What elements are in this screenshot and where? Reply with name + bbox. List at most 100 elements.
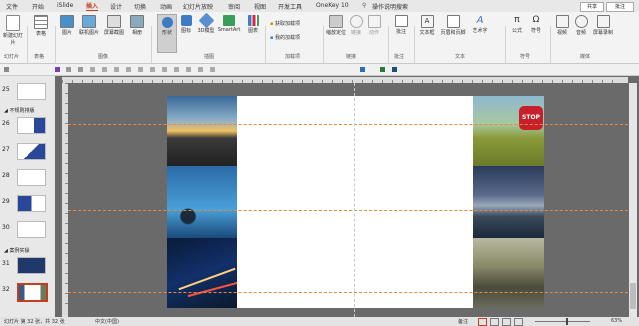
audio-button[interactable]: 音频	[573, 15, 589, 36]
align-icon[interactable]	[102, 67, 107, 72]
equation-button[interactable]: π 公式	[509, 15, 525, 34]
ruler-tick	[222, 80, 223, 83]
shape-tool-icon[interactable]	[90, 67, 95, 72]
wordart-button[interactable]: A 艺术字	[470, 15, 490, 34]
color-text-icon[interactable]	[392, 67, 397, 72]
screen-recording-button[interactable]: 屏幕录制	[592, 15, 614, 36]
slide-thumbnail[interactable]	[17, 143, 46, 160]
color-outline-icon[interactable]	[380, 67, 385, 72]
notes-button[interactable]: 备注	[458, 318, 468, 325]
symbol-button[interactable]: Ω 符号	[528, 15, 544, 34]
guide-line[interactable]	[68, 292, 628, 293]
normal-view-icon[interactable]	[478, 318, 487, 326]
menu-home[interactable]: 开始	[32, 2, 44, 11]
color-fill-icon[interactable]	[360, 67, 365, 72]
cube-icon	[198, 12, 214, 29]
ruler-tick	[312, 80, 313, 83]
guide-line[interactable]	[354, 83, 355, 317]
language-indicator[interactable]: 中文(中国)	[95, 318, 119, 325]
section-header[interactable]: ◢ 案例实操	[4, 247, 29, 254]
menu-onekey[interactable]: OneKey 10	[316, 2, 349, 9]
slide-thumbnail[interactable]	[17, 221, 46, 238]
pictures-button[interactable]: 图片	[58, 15, 76, 36]
menu-slideshow[interactable]: 幻灯片放映	[183, 2, 213, 11]
comment-button[interactable]: 批注	[606, 2, 634, 12]
slide-canvas[interactable]: STOP	[167, 96, 544, 308]
get-addins-button[interactable]: ▪ 获取加载项	[270, 20, 300, 27]
photo-album-button[interactable]: 相册	[128, 15, 146, 36]
reading-view-icon[interactable]	[502, 318, 511, 326]
rotate-icon[interactable]	[162, 67, 167, 72]
menu-insert[interactable]: 插入	[86, 1, 99, 11]
guide-line[interactable]	[68, 210, 628, 211]
zoom-level[interactable]: 63%	[611, 318, 622, 324]
smartart-button[interactable]: SmartArt	[216, 15, 242, 33]
menu-transitions[interactable]: 切换	[134, 2, 146, 11]
layer-icon[interactable]	[174, 67, 179, 72]
photo-stop-sign[interactable]: STOP	[473, 96, 544, 166]
ruler-tick	[572, 80, 573, 83]
scrollbar-thumb[interactable]	[630, 283, 636, 309]
online-picture-icon	[82, 15, 96, 28]
menu-animations[interactable]: 动画	[160, 2, 172, 11]
header-footer-icon	[446, 15, 460, 28]
comment-insert-button[interactable]: 批注	[392, 15, 410, 35]
zoom-slider-handle[interactable]	[566, 318, 568, 325]
section-header[interactable]: ◢ 不规则排版	[4, 107, 34, 114]
my-addins-button[interactable]: ▪ 我的加载项	[270, 34, 300, 41]
shapes-button[interactable]: 形状	[157, 14, 177, 53]
photo-misty-city[interactable]	[473, 238, 544, 308]
screenshot-button[interactable]: 屏幕截图	[102, 15, 126, 36]
menu-review[interactable]: 审阅	[228, 2, 240, 11]
slide-thumbnail[interactable]	[17, 117, 46, 134]
tell-me-search[interactable]: 操作说明搜索	[372, 2, 408, 11]
format-icon[interactable]	[138, 67, 143, 72]
slide-thumbnail-selected[interactable]	[17, 283, 48, 302]
picture-tool-icon[interactable]	[210, 67, 215, 72]
photo-sunset-road[interactable]	[167, 96, 237, 166]
slide-thumbnail[interactable]	[17, 257, 46, 274]
ruler-tick	[412, 80, 413, 83]
video-button[interactable]: 视频	[554, 15, 570, 36]
link-button[interactable]: 链接	[348, 15, 364, 36]
icons-button[interactable]: 图标	[178, 15, 194, 34]
undo-icon[interactable]	[66, 67, 71, 72]
menu-file[interactable]: 文件	[6, 2, 18, 11]
action-button[interactable]: 动作	[366, 15, 382, 36]
table-button[interactable]: 表格	[31, 15, 51, 37]
distribute-icon[interactable]	[114, 67, 119, 72]
chart-button[interactable]: 图表	[245, 15, 261, 34]
ruler-tick	[65, 173, 68, 174]
zoom-slider[interactable]	[535, 321, 590, 322]
3d-models-button[interactable]: 3D模型	[197, 12, 215, 34]
slideshow-icon[interactable]	[514, 318, 523, 326]
new-slide-button[interactable]: 新建幻灯片	[3, 15, 23, 46]
redo-icon[interactable]	[78, 67, 83, 72]
toolbar-icon[interactable]	[4, 67, 9, 72]
share-button[interactable]: 共享	[580, 2, 604, 12]
grid-icon[interactable]	[198, 67, 203, 72]
menu-design[interactable]: 设计	[110, 2, 122, 11]
ruler-tick	[112, 80, 113, 83]
photo-blue-rock-sea[interactable]	[167, 166, 237, 238]
slide-thumbnail[interactable]	[17, 169, 46, 186]
photo-stormy-lake[interactable]	[473, 166, 544, 238]
slide-sorter-icon[interactable]	[490, 318, 499, 326]
group-icon[interactable]	[126, 67, 131, 72]
ruler-tick	[332, 80, 333, 83]
vertical-scrollbar[interactable]	[629, 83, 637, 317]
header-footer-button[interactable]: 页眉和页脚	[438, 15, 468, 36]
menu-islide[interactable]: iSlide	[57, 2, 73, 9]
zoom-button[interactable]: 缩放定位	[326, 15, 346, 36]
save-icon[interactable]	[55, 67, 60, 72]
slide-thumbnail[interactable]	[17, 195, 46, 212]
slide-thumbnail[interactable]	[17, 83, 46, 100]
crop-icon[interactable]	[150, 67, 155, 72]
online-pictures-button[interactable]: 联机图片	[78, 15, 100, 36]
font-icon[interactable]	[186, 67, 191, 72]
menu-view[interactable]: 视图	[254, 2, 266, 11]
guide-line[interactable]	[68, 124, 628, 125]
photo-night-light-trails[interactable]	[167, 238, 237, 308]
textbox-button[interactable]: A 文本框	[418, 15, 436, 36]
menu-developer[interactable]: 开发工具	[278, 2, 302, 11]
